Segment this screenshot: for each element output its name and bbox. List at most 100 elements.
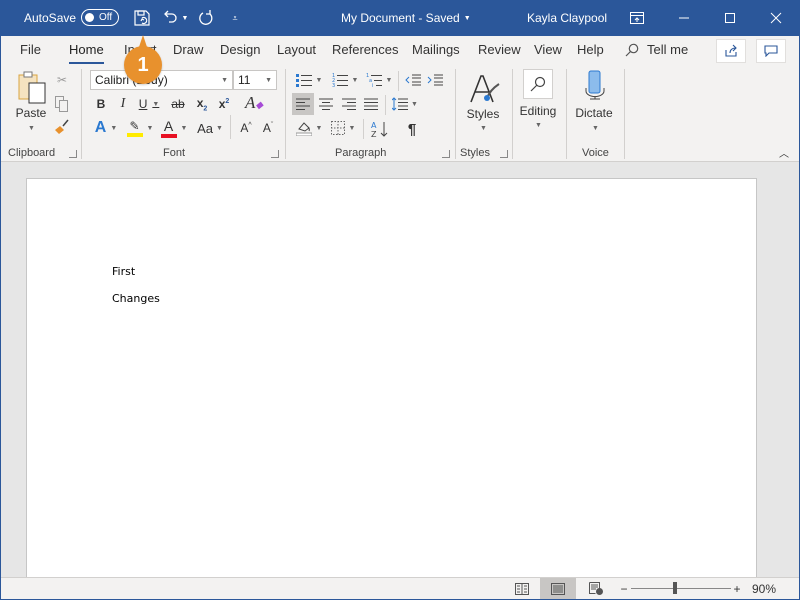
align-right-button[interactable]: [338, 93, 360, 115]
document-title-text: My Document - Saved: [341, 11, 460, 25]
paragraph[interactable]: First: [112, 265, 135, 278]
shading-button[interactable]: ▼: [293, 118, 325, 138]
chevron-down-icon: ▼: [351, 76, 359, 84]
font-color-button[interactable]: A ▼: [158, 118, 190, 138]
copy-button[interactable]: [53, 95, 71, 113]
zoom-slider-thumb[interactable]: [673, 582, 678, 594]
strikethrough-button[interactable]: ab: [168, 95, 188, 113]
ribbon-display-options-button[interactable]: [614, 0, 660, 36]
increase-indent-button[interactable]: [425, 70, 445, 90]
cut-button[interactable]: ✂: [53, 71, 71, 89]
font-dialog-launcher[interactable]: [271, 150, 279, 158]
read-mode-button[interactable]: [504, 578, 540, 599]
font-size-select[interactable]: 11 ▼: [233, 70, 277, 90]
superscript-button[interactable]: x2: [215, 95, 233, 113]
user-name[interactable]: Kayla Claypool: [527, 0, 607, 36]
zoom-in-button[interactable]: +: [732, 581, 742, 597]
maximize-button[interactable]: [707, 0, 753, 36]
step-callout-badge: 1: [124, 35, 162, 84]
tab-references[interactable]: References: [332, 42, 398, 57]
redo-button[interactable]: [195, 6, 217, 30]
align-center-button[interactable]: [315, 93, 337, 115]
editing-dropdown-icon[interactable]: ▼: [535, 122, 542, 129]
text-effects-button[interactable]: A ▼: [92, 118, 120, 138]
line-spacing-button[interactable]: ▼: [390, 93, 420, 115]
tab-mailings[interactable]: Mailings: [412, 42, 460, 57]
shrink-font-button[interactable]: Aˇ: [259, 118, 277, 138]
undo-button[interactable]: ▼: [160, 6, 190, 30]
tab-home[interactable]: Home: [69, 42, 104, 64]
minimize-button[interactable]: [661, 0, 707, 36]
tab-layout[interactable]: Layout: [277, 42, 316, 57]
align-left-button[interactable]: [292, 93, 314, 115]
highlight-color-button[interactable]: ✎ ▼: [124, 118, 156, 138]
bullets-button[interactable]: ▼: [293, 70, 325, 90]
sort-button[interactable]: AZ: [369, 118, 391, 140]
document-page[interactable]: First Changes: [26, 178, 757, 577]
show-formatting-marks-button[interactable]: ¶: [401, 118, 423, 140]
underline-button[interactable]: U ▼: [136, 95, 162, 113]
close-button[interactable]: [753, 0, 799, 36]
paragraph-dialog-launcher[interactable]: [442, 150, 450, 158]
voice-group-label: Voice: [582, 147, 609, 159]
shrink-font-icon: Aˇ: [262, 121, 274, 135]
paste-button[interactable]: [15, 70, 49, 106]
customize-qat-button[interactable]: ⩡: [228, 6, 242, 30]
styles-gallery-button[interactable]: [466, 71, 502, 107]
editing-label[interactable]: Editing: [508, 104, 568, 118]
separator: [363, 119, 364, 139]
font-name-select[interactable]: Calibri (Body) ▼: [90, 70, 233, 90]
clear-formatting-button[interactable]: A◆: [243, 93, 265, 113]
tell-me-search[interactable]: Tell me: [625, 42, 688, 57]
multilevel-list-button[interactable]: 1 a i ▼: [363, 70, 395, 90]
paste-label[interactable]: Paste: [1, 106, 61, 120]
numbering-button[interactable]: 1 2 3 ▼: [329, 70, 361, 90]
font-size-value: 11: [238, 73, 251, 87]
svg-text:i: i: [372, 83, 373, 87]
clipboard-dialog-launcher[interactable]: [69, 150, 77, 158]
undo-dropdown-icon[interactable]: ▼: [182, 15, 189, 22]
zoom-slider[interactable]: [631, 582, 731, 594]
zoom-level[interactable]: 90%: [748, 581, 780, 597]
autosave-toggle[interactable]: Off: [81, 9, 119, 26]
decrease-indent-button[interactable]: [403, 70, 423, 90]
dictate-dropdown-icon[interactable]: ▼: [592, 125, 599, 132]
paste-dropdown-icon[interactable]: ▼: [28, 125, 35, 132]
pilcrow-icon: ¶: [407, 120, 417, 138]
share-button[interactable]: [716, 39, 746, 63]
bold-button[interactable]: B: [92, 95, 110, 113]
borders-icon: [330, 121, 345, 135]
change-case-button[interactable]: Aa ▼: [192, 118, 228, 138]
tab-design[interactable]: Design: [220, 42, 260, 57]
save-button[interactable]: [131, 6, 153, 30]
document-area[interactable]: First Changes: [1, 162, 799, 577]
comments-button[interactable]: [756, 39, 786, 63]
subscript-button[interactable]: x2: [193, 95, 211, 113]
editing-button[interactable]: [523, 69, 553, 99]
styles-dropdown-icon[interactable]: ▼: [480, 125, 487, 132]
tab-view[interactable]: View: [534, 42, 562, 57]
document-title[interactable]: My Document - Saved ▼: [341, 0, 471, 36]
format-painter-button[interactable]: [53, 118, 71, 136]
dictate-label[interactable]: Dictate: [564, 106, 624, 120]
tab-review[interactable]: Review: [478, 42, 521, 57]
justify-button[interactable]: [360, 93, 382, 115]
styles-label[interactable]: Styles: [453, 107, 513, 121]
styles-icon: [470, 75, 500, 103]
tab-file[interactable]: File: [20, 42, 41, 57]
print-layout-icon: [551, 582, 565, 595]
grow-font-button[interactable]: A^: [237, 118, 255, 138]
italic-button[interactable]: I: [114, 95, 132, 113]
zoom-out-button[interactable]: −: [619, 581, 629, 597]
tab-draw[interactable]: Draw: [173, 42, 203, 57]
collapse-ribbon-button[interactable]: ︿: [777, 145, 791, 160]
chevron-down-icon: ▼: [180, 124, 188, 132]
decrease-indent-icon: [405, 74, 421, 86]
styles-dialog-launcher[interactable]: [500, 150, 508, 158]
print-layout-button[interactable]: [540, 578, 576, 599]
web-layout-button[interactable]: [578, 578, 614, 599]
dictate-button[interactable]: [583, 70, 607, 102]
borders-button[interactable]: ▼: [327, 118, 359, 138]
tab-help[interactable]: Help: [577, 42, 604, 57]
paragraph[interactable]: Changes: [112, 292, 160, 305]
